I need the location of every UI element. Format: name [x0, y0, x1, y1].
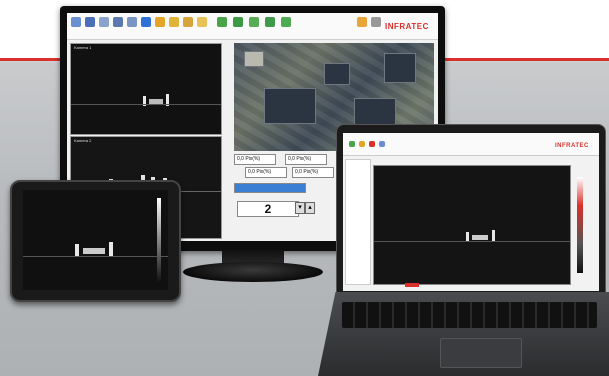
tablet-device	[10, 180, 181, 302]
tablet-screen[interactable]	[23, 190, 168, 290]
temperature-scale	[157, 198, 161, 282]
toolbar-icon[interactable]	[265, 17, 275, 27]
toolbar-icon[interactable]	[169, 17, 179, 27]
keyboard[interactable]	[342, 302, 597, 328]
map-building	[354, 98, 396, 126]
map-building	[244, 51, 264, 67]
toolbar-icon[interactable]	[369, 141, 375, 147]
map-building	[264, 88, 316, 124]
position-field[interactable]: 0,0 Pix(%)	[292, 167, 334, 178]
thermal-figure	[492, 230, 495, 241]
toolbar-icon[interactable]	[233, 17, 243, 27]
toolbar-icon[interactable]	[155, 17, 165, 27]
toolbar-icon[interactable]	[217, 17, 227, 27]
toolbar-icon[interactable]	[281, 17, 291, 27]
position-field[interactable]: 0,0 Pix(%)	[285, 154, 327, 165]
app-toolbar: INFRATEC	[67, 13, 438, 40]
decrement-button[interactable]: ▾	[295, 202, 305, 214]
toolbar-icon[interactable]	[85, 17, 95, 27]
touchpad[interactable]	[440, 338, 522, 368]
thermal-figure	[109, 242, 113, 256]
camera-label: Kamera 2	[74, 138, 92, 143]
laptop-thermal-view[interactable]	[373, 165, 571, 285]
camera-label: Kamera 1	[74, 45, 92, 50]
map-building	[324, 63, 350, 85]
brand-logo: INFRATEC	[555, 143, 589, 149]
brand-logo-text: INFRATEC	[555, 143, 589, 149]
toolbar-icon[interactable]	[127, 17, 137, 27]
toolbar-icon[interactable]	[141, 17, 151, 27]
laptop-toolbar: INFRATEC	[343, 133, 599, 156]
status-indicator	[405, 283, 419, 287]
map-building	[384, 53, 416, 83]
toolbar-icon[interactable]	[349, 141, 355, 147]
toolbar-icon[interactable]	[379, 141, 385, 147]
camera-view-1[interactable]: Kamera 1	[70, 43, 222, 135]
toolbar-icon[interactable]	[371, 17, 381, 27]
toolbar-icon[interactable]	[359, 141, 365, 147]
brand-logo-text: INFRATEC	[385, 22, 429, 31]
toolbar-icon[interactable]	[113, 17, 123, 27]
thermal-figure	[83, 248, 105, 254]
toolbar-icon[interactable]	[71, 17, 81, 27]
thermal-figure	[75, 244, 79, 256]
toolbar-icon[interactable]	[183, 17, 193, 27]
position-field[interactable]: 0,0 Pix(%)	[245, 167, 287, 178]
increment-button[interactable]: ▴	[305, 202, 315, 214]
laptop-lid: INFRATEC	[336, 124, 606, 296]
thermal-figure	[466, 232, 469, 241]
thermal-figure	[472, 235, 488, 240]
temperature-scale	[577, 177, 583, 273]
side-panel	[345, 159, 371, 285]
toolbar-icon[interactable]	[357, 17, 367, 27]
brand-logo: INFRATEC	[385, 22, 429, 31]
position-field[interactable]: 0,0 Pix(%)	[234, 154, 276, 165]
toolbar-icon[interactable]	[249, 17, 259, 27]
selection-dropdown[interactable]	[234, 183, 306, 193]
counter-value[interactable]: 2	[237, 201, 299, 217]
laptop-screen: INFRATEC	[343, 133, 599, 291]
monitor-base	[183, 262, 323, 282]
toolbar-icon[interactable]	[99, 17, 109, 27]
toolbar-icon[interactable]	[197, 17, 207, 27]
